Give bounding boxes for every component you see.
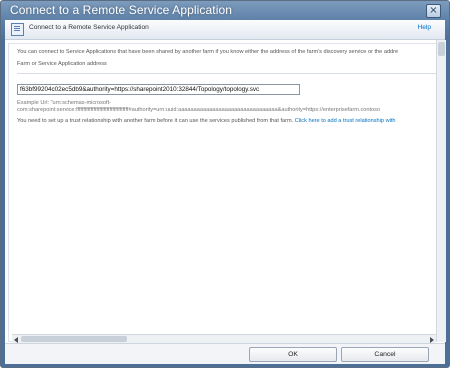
- intro-text: You can connect to Service Applications …: [17, 49, 399, 55]
- ok-button[interactable]: OK: [249, 347, 337, 362]
- dialog-header: Connect to a Remote Service Application …: [5, 20, 445, 40]
- dialog-body: Connect to a Remote Service Application …: [5, 20, 446, 364]
- close-button[interactable]: ×: [426, 4, 441, 18]
- horizontal-scroll-thumb[interactable]: [21, 336, 127, 342]
- dialog-heading: Connect to a Remote Service Application: [29, 24, 149, 31]
- example-url-line-1: Example Url: "urn:schemas-microsoft-: [17, 100, 111, 106]
- cancel-button[interactable]: Cancel: [341, 347, 429, 362]
- address-field-label: Farm or Service Application address: [17, 61, 107, 67]
- address-input[interactable]: f63bf99204c02ec5db9&authority=https://sh…: [17, 84, 300, 95]
- example-url-line-2: com:sharepoint:service:fffffffffffffffff…: [17, 107, 381, 113]
- title-bar[interactable]: Connect to a Remote Service Application …: [1, 1, 449, 19]
- window-title: Connect to a Remote Service Application: [10, 3, 233, 17]
- trust-warning-text: You need to set up a trust relationship …: [17, 118, 294, 124]
- help-link[interactable]: Help: [417, 24, 431, 31]
- add-trust-link[interactable]: Click here to add a trust relationship w…: [295, 118, 396, 124]
- dialog-footer: OK Cancel: [5, 343, 445, 364]
- dialog-window: Connect to a Remote Service Application …: [0, 0, 450, 368]
- vertical-scroll-thumb[interactable]: [438, 42, 445, 56]
- section-divider: [17, 73, 438, 74]
- content-area: You can connect to Service Applications …: [8, 43, 439, 342]
- dialog-icon: [11, 23, 24, 36]
- trust-warning: You need to set up a trust relationship …: [17, 118, 396, 124]
- vertical-scrollbar[interactable]: [436, 40, 446, 342]
